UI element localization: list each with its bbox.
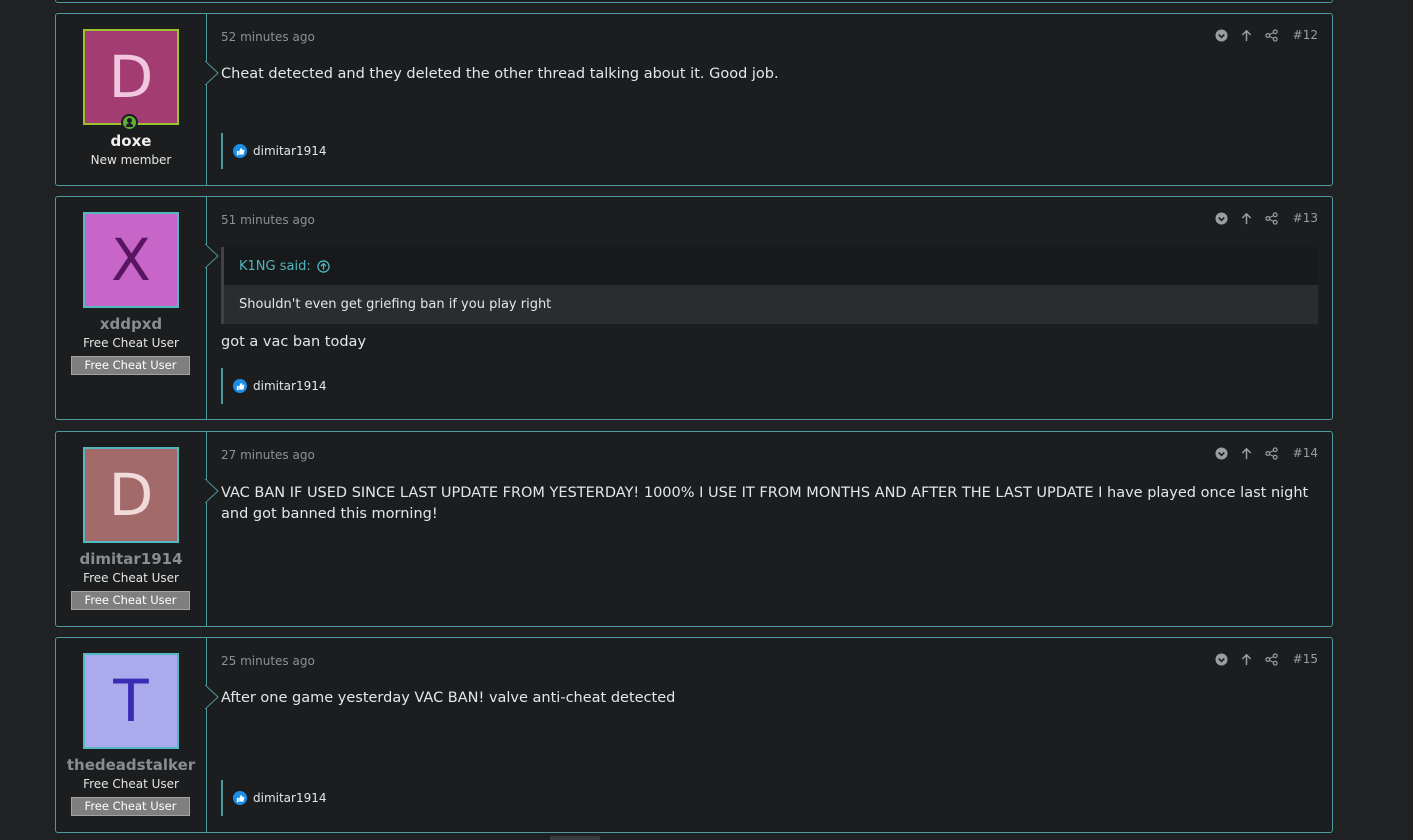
avatar-letter: T xyxy=(113,667,149,735)
username[interactable]: dimitar1914 xyxy=(56,550,206,568)
reaction-username[interactable]: dimitar1914 xyxy=(253,144,327,158)
message-body: VAC BAN IF USED SINCE LAST UPDATE FROM Y… xyxy=(221,485,1309,522)
username[interactable]: doxe xyxy=(56,132,206,150)
username[interactable]: xddpxd xyxy=(56,315,206,333)
message-body: got a vac ban today xyxy=(221,334,367,350)
avatar[interactable]: D xyxy=(83,447,179,543)
quote-block: K1NG said: Shouldn't even get griefing b… xyxy=(221,247,1318,324)
quote-author[interactable]: K1NG said: xyxy=(239,259,311,274)
scroll-indicator[interactable] xyxy=(550,836,600,840)
message-body: Cheat detected and they deleted the othe… xyxy=(221,66,779,82)
reactions-bar[interactable]: dimitar1914 xyxy=(221,133,327,169)
user-title: Free Cheat User xyxy=(83,571,179,585)
message-pointer-arrow xyxy=(205,61,219,85)
post-user-column: D dimitar1914 Free Cheat User Free Cheat… xyxy=(56,432,219,626)
post-user-column: T thedeadstalker Free Cheat User Free Ch… xyxy=(56,638,219,832)
quote-header[interactable]: K1NG said: xyxy=(224,247,1318,285)
post-number-link[interactable]: #13 xyxy=(1293,211,1318,225)
post-13: X xddpxd Free Cheat User Free Cheat User… xyxy=(55,196,1333,420)
share-icon[interactable] xyxy=(1264,652,1278,666)
post-user-column: X xddpxd Free Cheat User Free Cheat User xyxy=(56,197,219,419)
post-actions: #12 xyxy=(1215,28,1318,42)
post-date[interactable]: 52 minutes ago xyxy=(221,30,315,44)
reaction-username[interactable]: dimitar1914 xyxy=(253,379,327,393)
online-user-icon xyxy=(121,114,138,131)
user-banner: Free Cheat User xyxy=(71,591,190,610)
user-banner: Free Cheat User xyxy=(71,797,190,816)
thumbs-up-icon xyxy=(233,791,247,805)
arrow-up-icon[interactable] xyxy=(1240,29,1253,42)
avatar[interactable]: T xyxy=(83,653,179,749)
message-column: 25 minutes ago #15 After one game yester… xyxy=(221,638,1318,832)
thread-post-list: D doxe New member 52 minutes ago #12 Che… xyxy=(0,0,1413,840)
arrow-up-icon[interactable] xyxy=(1240,212,1253,225)
user-title: Free Cheat User xyxy=(83,336,179,350)
post-actions: #15 xyxy=(1215,652,1318,666)
chevron-down-circle-icon[interactable] xyxy=(1215,446,1228,460)
avatar-letter: D xyxy=(108,43,154,111)
user-title: New member xyxy=(90,153,172,167)
username[interactable]: thedeadstalker xyxy=(56,756,206,774)
arrow-up-icon[interactable] xyxy=(1240,447,1253,460)
reaction-username[interactable]: dimitar1914 xyxy=(253,791,327,805)
message-pointer-arrow xyxy=(205,244,219,268)
user-banner: Free Cheat User xyxy=(71,356,190,375)
reactions-bar[interactable]: dimitar1914 xyxy=(221,368,327,404)
thumbs-up-icon xyxy=(233,144,247,158)
post-date[interactable]: 25 minutes ago xyxy=(221,654,315,668)
post-12: D doxe New member 52 minutes ago #12 Che… xyxy=(55,13,1333,186)
previous-post-edge xyxy=(55,0,1333,3)
arrow-up-icon[interactable] xyxy=(1240,653,1253,666)
message-column: 51 minutes ago #13 K1NG said: Shouldn't … xyxy=(221,197,1318,419)
arrow-up-circle-icon[interactable] xyxy=(316,259,330,273)
message-column: 52 minutes ago #12 Cheat detected and th… xyxy=(221,14,1318,185)
chevron-down-circle-icon[interactable] xyxy=(1215,211,1228,225)
message-body: After one game yesterday VAC BAN! valve … xyxy=(221,690,676,706)
chevron-down-circle-icon[interactable] xyxy=(1215,28,1228,42)
share-icon[interactable] xyxy=(1264,446,1278,460)
message-column: 27 minutes ago #14 VAC BAN IF USED SINCE… xyxy=(221,432,1318,626)
post-number-link[interactable]: #12 xyxy=(1293,28,1318,42)
post-user-column: D doxe New member xyxy=(56,14,219,185)
post-number-link[interactable]: #14 xyxy=(1293,446,1318,460)
avatar[interactable]: X xyxy=(83,212,179,308)
message-pointer-arrow xyxy=(205,685,219,709)
avatar-letter: X xyxy=(111,226,151,294)
post-actions: #13 xyxy=(1215,211,1318,225)
post-date[interactable]: 51 minutes ago xyxy=(221,213,315,227)
share-icon[interactable] xyxy=(1264,211,1278,225)
post-date[interactable]: 27 minutes ago xyxy=(221,448,315,462)
reactions-bar[interactable]: dimitar1914 xyxy=(221,780,327,816)
avatar[interactable]: D xyxy=(83,29,179,125)
post-number-link[interactable]: #15 xyxy=(1293,652,1318,666)
post-14: D dimitar1914 Free Cheat User Free Cheat… xyxy=(55,431,1333,627)
thumbs-up-icon xyxy=(233,379,247,393)
avatar-letter: D xyxy=(108,461,154,529)
message-pointer-arrow xyxy=(205,479,219,503)
share-icon[interactable] xyxy=(1264,28,1278,42)
post-actions: #14 xyxy=(1215,446,1318,460)
user-title: Free Cheat User xyxy=(83,777,179,791)
chevron-down-circle-icon[interactable] xyxy=(1215,652,1228,666)
quote-text: Shouldn't even get griefing ban if you p… xyxy=(224,285,1318,324)
post-15: T thedeadstalker Free Cheat User Free Ch… xyxy=(55,637,1333,833)
